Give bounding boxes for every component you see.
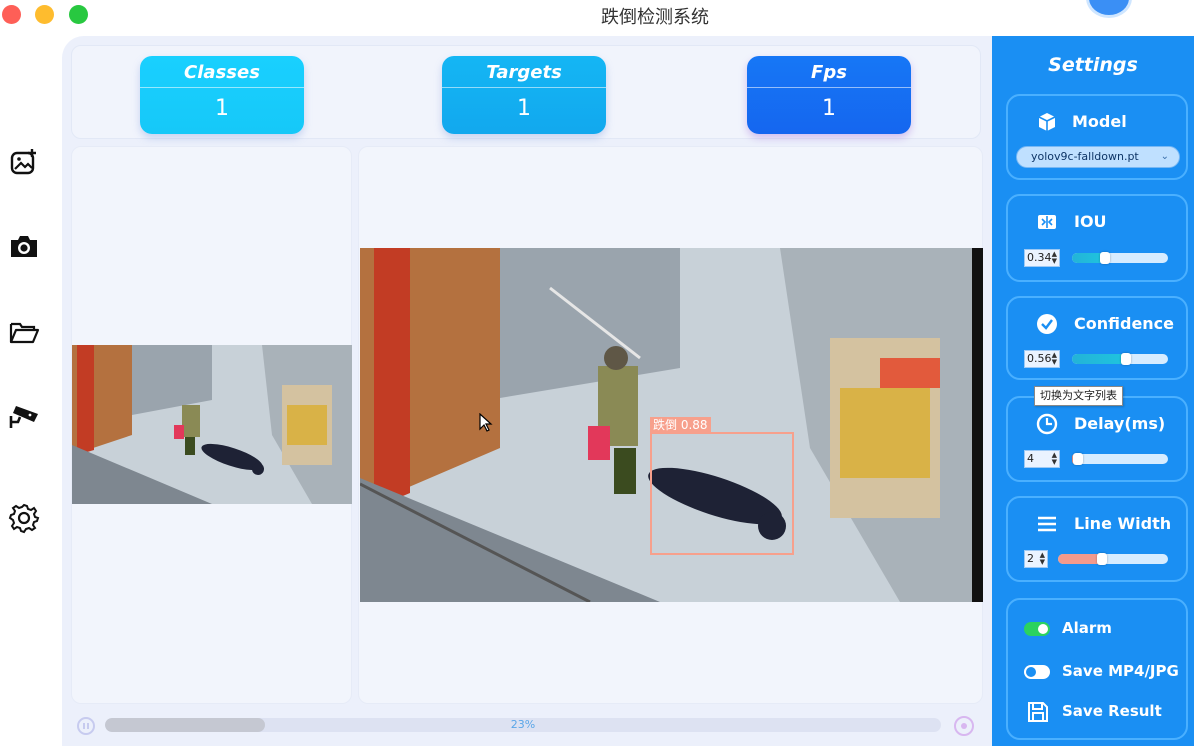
delay-header: Delay(ms) [1008, 412, 1190, 438]
targets-value: 1 [517, 96, 531, 121]
iou-icon [1038, 215, 1056, 229]
progress-track[interactable]: 23% [105, 718, 941, 732]
mouse-cursor-icon [479, 413, 493, 432]
title-bar: 跌倒检测系统 [0, 0, 1194, 36]
targets-stat-card: Targets 1 [442, 56, 606, 134]
confidence-card: Confidence 0.56 ▲ ▼ [1006, 296, 1188, 380]
tooltip: 切换为文字列表 [1034, 386, 1123, 406]
check-circle-icon [1037, 314, 1057, 334]
model-card: Model yolov9c-falldown.pt ⌄ [1006, 94, 1188, 180]
window-title: 跌倒检测系统 [601, 7, 709, 28]
clock-icon [1036, 413, 1058, 435]
delay-slider[interactable] [1072, 453, 1168, 465]
confidence-label: Confidence [1074, 314, 1175, 333]
classes-value: 1 [215, 96, 229, 121]
line-width-card: Line Width 2 ▲ ▼ [1006, 496, 1188, 582]
image-add-icon[interactable] [8, 146, 40, 178]
line-width-spinbox[interactable]: 2 ▲ ▼ [1024, 550, 1048, 568]
delay-value: 4 [1027, 452, 1034, 465]
folder-open-icon[interactable] [8, 316, 40, 348]
confidence-slider[interactable] [1072, 353, 1168, 365]
alarm-toggle-row[interactable]: Alarm [1024, 617, 1194, 641]
fps-value: 1 [822, 96, 836, 121]
classes-stat-card: Classes 1 [140, 56, 304, 134]
model-select[interactable]: yolov9c-falldown.pt ⌄ [1016, 146, 1180, 168]
iou-card: IOU 0.34 ▲ ▼ [1006, 194, 1188, 282]
save-disk-icon [1028, 702, 1048, 722]
iou-label: IOU [1074, 212, 1107, 231]
settings-title: Settings [1048, 54, 1138, 76]
spin-arrows-icon[interactable]: ▲ ▼ [1040, 552, 1045, 566]
spin-arrows-icon[interactable]: ▲ ▼ [1052, 352, 1057, 366]
camera-icon[interactable] [8, 230, 40, 262]
confidence-slider-fill [1072, 354, 1126, 364]
model-label: Model [1072, 112, 1127, 131]
app-window: 跌倒检测系统 Classes 1 Targets 1 Fps 1 跌倒 0.88… [0, 0, 1194, 746]
pause-icon[interactable] [77, 717, 95, 735]
classes-label: Classes [140, 56, 304, 88]
iou-header: IOU [1008, 210, 1190, 236]
save-result-button[interactable]: Save Result [1024, 700, 1194, 724]
playback-bar: 23% [71, 712, 983, 738]
confidence-spinbox[interactable]: 0.56 ▲ ▼ [1024, 350, 1060, 368]
line-width-slider-handle[interactable] [1097, 553, 1107, 565]
iou-slider[interactable] [1072, 252, 1168, 264]
alarm-toggle[interactable] [1024, 622, 1050, 636]
main-area: Classes 1 Targets 1 Fps 1 跌倒 0.88 23% [62, 36, 992, 746]
line-width-header: Line Width [1008, 512, 1190, 538]
line-width-label: Line Width [1074, 514, 1172, 533]
fps-label: Fps [747, 56, 911, 88]
iou-slider-handle[interactable] [1099, 252, 1110, 264]
delay-label: Delay(ms) [1074, 414, 1166, 433]
cube-icon [1038, 113, 1056, 131]
targets-label: Targets [442, 56, 606, 88]
line-width-slider-fill [1058, 554, 1102, 564]
original-video-frame [72, 345, 352, 504]
alarm-label: Alarm [1062, 619, 1112, 637]
detection-label: 跌倒 0.88 [650, 417, 711, 433]
line-width-slider[interactable] [1058, 553, 1168, 565]
confidence-header: Confidence [1008, 312, 1190, 338]
save-media-toggle-row[interactable]: Save MP4/JPG [1024, 660, 1194, 684]
original-frame-image [72, 345, 352, 504]
iou-value: 0.34 [1027, 251, 1052, 264]
save-media-toggle[interactable] [1024, 665, 1050, 679]
fps-stat-card: Fps 1 [747, 56, 911, 134]
result-video-frame: 跌倒 0.88 [360, 248, 983, 602]
menu-lines-icon [1038, 516, 1056, 532]
output-options-card: Alarm Save MP4/JPG Save Result [1006, 598, 1188, 740]
spin-arrows-icon[interactable]: ▲ ▼ [1052, 251, 1057, 265]
left-toolbar [0, 36, 62, 746]
delay-spinbox[interactable]: 4 ▲ ▼ [1024, 450, 1060, 468]
stats-bar: Classes 1 Targets 1 Fps 1 [71, 45, 981, 139]
original-view-panel [71, 146, 352, 704]
delay-slider-handle[interactable] [1073, 453, 1083, 465]
confidence-value: 0.56 [1027, 352, 1052, 365]
spin-arrows-icon[interactable]: ▲ ▼ [1052, 452, 1057, 466]
confidence-slider-handle[interactable] [1120, 353, 1131, 365]
gear-icon[interactable] [8, 502, 40, 534]
line-width-value: 2 [1027, 552, 1034, 565]
model-header: Model [1008, 110, 1190, 136]
save-result-label: Save Result [1062, 702, 1162, 720]
delay-card: Delay(ms) 4 ▲ ▼ [1006, 396, 1188, 482]
toggle-knob [1038, 624, 1048, 634]
stop-icon[interactable] [954, 716, 974, 736]
iou-spinbox[interactable]: 0.34 ▲ ▼ [1024, 249, 1060, 267]
chevron-down-icon: ⌄ [1160, 151, 1169, 162]
cctv-camera-icon[interactable] [8, 400, 40, 432]
detection-box [650, 432, 794, 555]
toggle-knob [1026, 667, 1036, 677]
result-view-panel: 跌倒 0.88 [358, 146, 983, 704]
model-selected-value: yolov9c-falldown.pt [1031, 150, 1139, 163]
progress-label: 23% [510, 718, 536, 731]
save-media-label: Save MP4/JPG [1062, 662, 1179, 680]
